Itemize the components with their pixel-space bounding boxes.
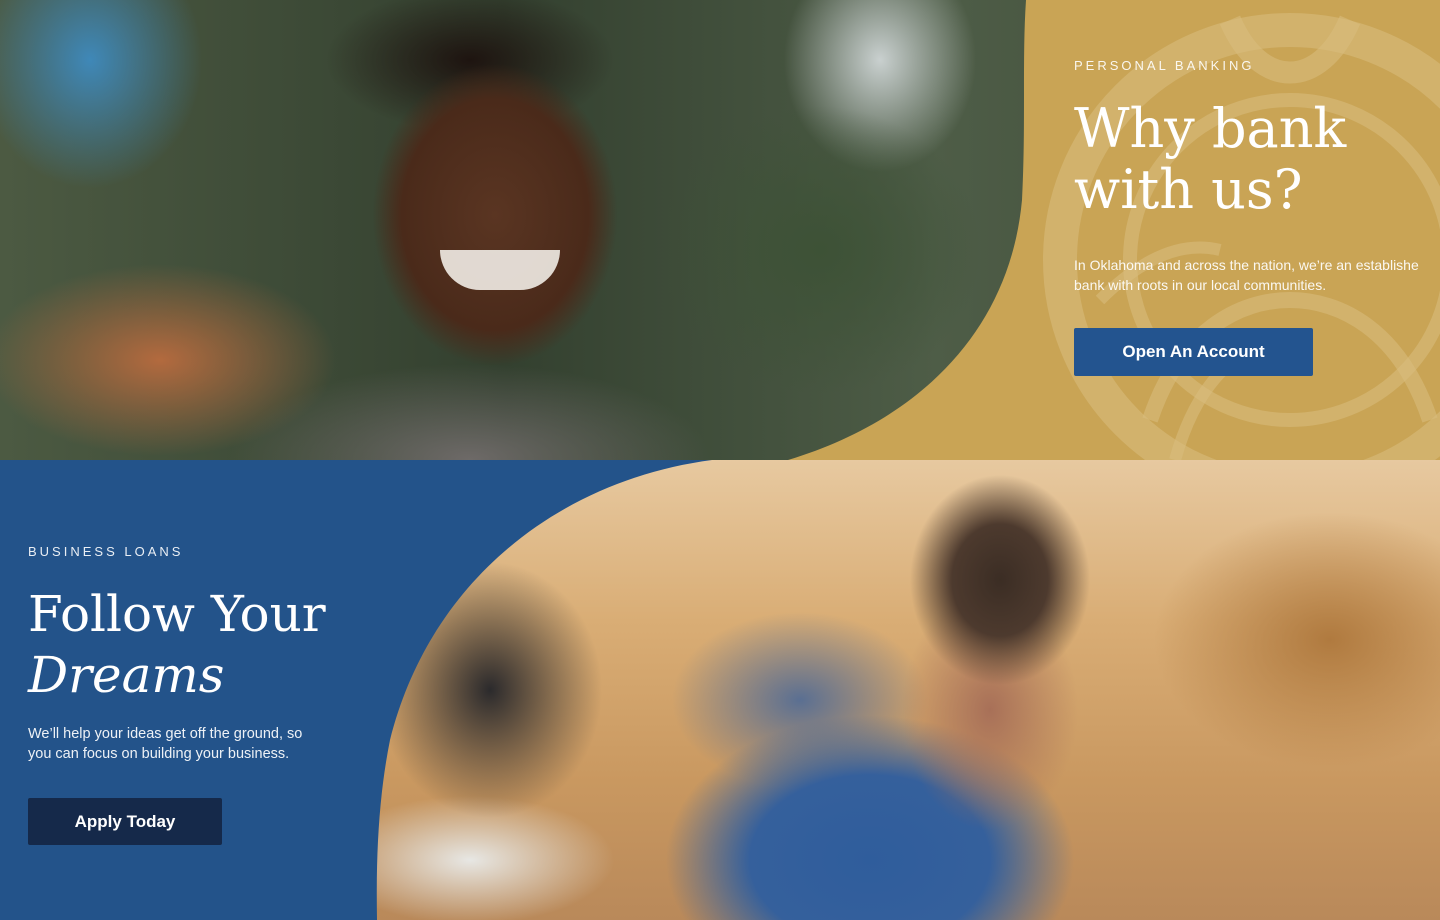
personal-banking-eyebrow: PERSONAL BANKING: [1074, 58, 1255, 73]
business-loans-section: BUSINESS LOANS Follow Your Dreams We’ll …: [0, 460, 1440, 920]
personal-banking-description: In Oklahoma and across the nation, we’re…: [1074, 255, 1440, 295]
business-loans-description: We’ll help your ideas get off the ground…: [28, 724, 358, 764]
headline-line-2: Dreams: [28, 646, 225, 704]
banking-promo-page: PERSONAL BANKING Why bank with us? In Ok…: [0, 0, 1440, 920]
headline-line-1: Follow Your: [28, 585, 326, 643]
description-line-2: you can focus on building your business.: [28, 746, 290, 762]
business-loans-eyebrow: BUSINESS LOANS: [28, 544, 184, 559]
open-account-button[interactable]: Open An Account: [1074, 328, 1313, 376]
personal-banking-section: PERSONAL BANKING Why bank with us? In Ok…: [0, 0, 1440, 460]
description-line-2: bank with roots in our local communities…: [1074, 277, 1327, 293]
description-line-1: In Oklahoma and across the nation, we’re…: [1074, 257, 1419, 273]
apply-today-button[interactable]: Apply Today: [28, 798, 222, 845]
business-loans-headline: Follow Your Dreams: [28, 584, 368, 706]
description-line-1: We’ll help your ideas get off the ground…: [28, 726, 303, 742]
headline-line-1: Why bank: [1074, 97, 1347, 160]
headline-line-2: with us?: [1074, 158, 1303, 222]
personal-banking-headline: Why bank with us?: [1074, 98, 1440, 220]
